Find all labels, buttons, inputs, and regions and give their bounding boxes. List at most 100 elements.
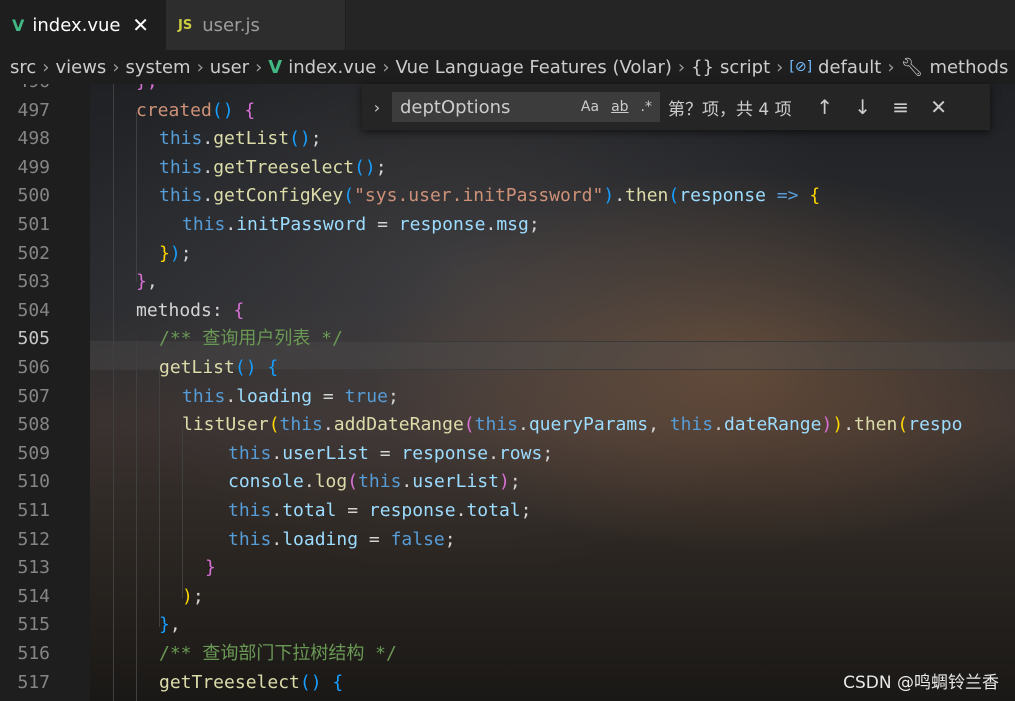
code-line[interactable]: 507 this.loading = true; [0, 383, 1015, 412]
code-line[interactable]: 502}); [0, 240, 1015, 269]
find-query[interactable]: deptOptions [400, 97, 510, 118]
code-text: listUser(this.addDateRange(this.queryPar… [182, 411, 962, 440]
breadcrumb-item[interactable]: system [126, 57, 191, 78]
code-text: created() { [136, 97, 255, 126]
code-token: () [289, 128, 311, 150]
breadcrumb-item[interactable]: index.vue [288, 57, 376, 78]
code-line[interactable]: 509 this.userList = response.rows; [0, 440, 1015, 469]
code-token: userList [282, 442, 369, 464]
code-token: response [401, 442, 489, 464]
code-text: /** 查询用户列表 */ [159, 325, 343, 354]
code-line[interactable]: 512 this.loading = false; [0, 526, 1015, 555]
code-token: listUser [182, 414, 269, 436]
code-token: . [488, 442, 499, 464]
line-number: 510 [17, 471, 50, 493]
code-line[interactable]: 506 getList() { [0, 354, 1015, 383]
code-editor[interactable]: 496},497created() {498this.getList();499… [0, 84, 1015, 701]
code-token: this [474, 414, 518, 436]
find-input[interactable]: deptOptions Aa ab .* [392, 92, 660, 122]
code-token: log [314, 471, 348, 493]
code-line[interactable]: 514); [0, 583, 1015, 612]
code-token: ; [180, 242, 192, 264]
breadcrumb-item[interactable]: src [10, 57, 36, 78]
find-in-selection-icon[interactable]: ≡ [882, 95, 920, 119]
code-token: { [332, 671, 344, 693]
code-token: rows [498, 442, 543, 464]
code-token: methods: [136, 299, 234, 321]
breadcrumb-item[interactable]: user [210, 57, 249, 78]
tab-index-vue[interactable]: V index.vue ✕ [0, 0, 166, 50]
code-line[interactable]: 515}, [0, 611, 1015, 640]
arrow-up-icon[interactable]: ↑ [806, 95, 844, 119]
code-token: ; [509, 471, 521, 493]
code-token: . [225, 214, 237, 235]
code-line[interactable]: 508 listUser(this.addDateRange(this.query… [0, 411, 1015, 440]
code-token: /** 查询用户列表 */ [159, 328, 343, 350]
breadcrumb-item[interactable]: script [720, 57, 770, 78]
code-line[interactable]: 504 methods: { [0, 297, 1015, 326]
whole-word-icon[interactable]: ab [611, 99, 628, 115]
code-token: ) [603, 185, 615, 207]
line-number: 515 [17, 614, 50, 636]
code-text: } [205, 554, 216, 583]
code-token: => [776, 185, 799, 207]
close-icon[interactable]: ✕ [132, 13, 149, 37]
chevron-right-icon[interactable]: › [362, 98, 392, 117]
code-token: this [358, 471, 402, 493]
close-icon[interactable]: ✕ [920, 95, 958, 119]
code-token: ; [310, 128, 322, 150]
code-token: ; [375, 156, 387, 178]
code-line[interactable]: 501 this.initPassword = response.msg; [0, 211, 1015, 240]
arrow-down-icon[interactable]: ↓ [844, 95, 882, 119]
code-token: ) [821, 414, 833, 436]
code-token: then [854, 414, 898, 436]
breadcrumb-item[interactable]: views [55, 57, 106, 78]
code-line[interactable]: 516 /** 查询部门下拉树结构 */ [0, 640, 1015, 669]
find-widget: › deptOptions Aa ab .* 第？项，共 4 项 ↑ ↓ ≡ ✕ [362, 84, 990, 130]
code-token: ) [832, 414, 844, 436]
match-case-icon[interactable]: Aa [581, 99, 599, 115]
regex-icon[interactable]: .* [641, 99, 652, 115]
code-token: . [271, 528, 283, 550]
code-text: this.loading = true; [182, 383, 399, 412]
line-number: 502 [17, 242, 50, 264]
vue-file-icon: V [268, 56, 283, 78]
code-line[interactable]: 510 console.log(this.userList); [0, 468, 1015, 497]
code-token: . [202, 156, 214, 178]
code-token: created [136, 99, 212, 121]
js-file-icon: JS [178, 17, 193, 33]
tab-user-js[interactable]: JS user.js [166, 0, 346, 50]
code-token: . [271, 442, 283, 464]
code-line[interactable]: 499 this.getTreeselect(); [0, 154, 1015, 183]
code-text: ); [182, 583, 204, 612]
code-token: . [485, 214, 497, 235]
line-number: 499 [17, 156, 50, 178]
code-text: this.total = response.total; [228, 497, 531, 526]
code-token: response [368, 500, 456, 521]
code-token: () [211, 99, 234, 121]
code-token: . [843, 414, 855, 436]
code-token: initPassword [236, 214, 367, 235]
code-line[interactable]: 503}, [0, 268, 1015, 297]
code-token: } [159, 614, 170, 636]
breadcrumb-item[interactable]: methods [929, 57, 1008, 78]
breadcrumb-item[interactable]: default [818, 57, 881, 78]
code-line[interactable]: 511 this.total = response.total; [0, 497, 1015, 526]
breadcrumb-item[interactable]: Vue Language Features (Volar) [396, 57, 672, 78]
code-token: loading [282, 528, 359, 550]
line-number: 500 [17, 185, 50, 207]
code-token: , [648, 414, 670, 436]
code-token: } [136, 271, 147, 293]
code-token: () [354, 156, 376, 178]
code-token: this [159, 156, 203, 178]
tab-label: user.js [202, 14, 260, 36]
code-line[interactable]: 500 this.getConfigKey("sys.user.initPassw… [0, 182, 1015, 211]
code-line[interactable]: 513} [0, 554, 1015, 583]
code-token: ) [182, 585, 193, 607]
code-token: getList [159, 357, 235, 378]
code-line[interactable]: 505 /** 查询用户列表 */ [0, 325, 1015, 354]
